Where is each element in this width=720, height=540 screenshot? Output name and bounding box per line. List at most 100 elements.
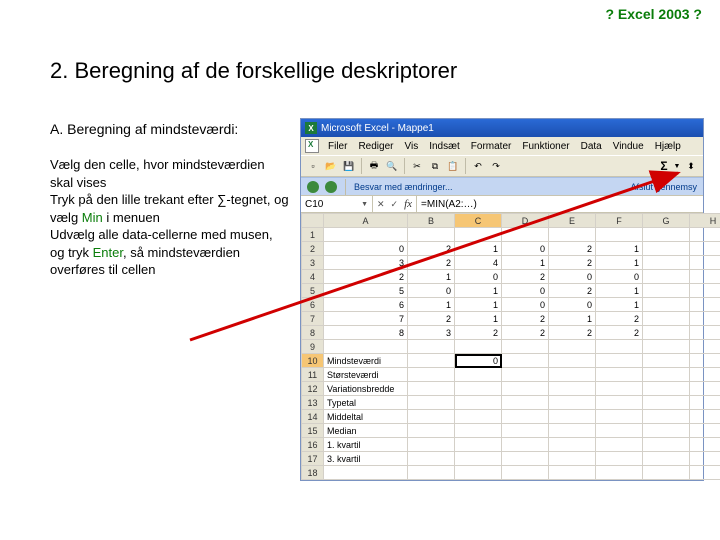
cell[interactable]: 1 — [455, 242, 502, 256]
cell[interactable] — [643, 298, 690, 312]
cell[interactable] — [643, 382, 690, 396]
menu-vis[interactable]: Vis — [399, 140, 423, 153]
cell[interactable]: 1 — [596, 256, 643, 270]
paste-icon[interactable]: 📋 — [445, 158, 461, 174]
cell[interactable]: 1 — [549, 312, 596, 326]
cell[interactable] — [596, 368, 643, 382]
row-header[interactable]: 13 — [302, 396, 324, 410]
cell[interactable]: 0 — [502, 284, 549, 298]
cell[interactable] — [408, 438, 455, 452]
cell[interactable] — [643, 424, 690, 438]
cell[interactable] — [408, 354, 455, 368]
cell[interactable] — [690, 466, 720, 480]
cell[interactable] — [690, 438, 720, 452]
cell[interactable] — [324, 228, 408, 242]
cell[interactable]: 3 — [324, 256, 408, 270]
cell[interactable] — [502, 396, 549, 410]
cell[interactable] — [455, 396, 502, 410]
cell[interactable] — [549, 368, 596, 382]
cell[interactable]: 1 — [502, 256, 549, 270]
row-header[interactable]: 14 — [302, 410, 324, 424]
cell[interactable] — [643, 340, 690, 354]
cell[interactable] — [690, 270, 720, 284]
cell[interactable]: 6 — [324, 298, 408, 312]
cell[interactable]: 0 — [408, 284, 455, 298]
column-header[interactable]: E — [549, 214, 596, 228]
cell[interactable]: 2 — [596, 312, 643, 326]
reply-changes-button[interactable]: Besvar med ændringer... — [354, 182, 453, 192]
row-header[interactable]: 3 — [302, 256, 324, 270]
cell[interactable] — [408, 340, 455, 354]
row-header[interactable]: 10 — [302, 354, 324, 368]
cell[interactable]: 1 — [408, 298, 455, 312]
cell[interactable]: 2 — [549, 242, 596, 256]
cell[interactable]: Variationsbredde — [324, 382, 408, 396]
cell[interactable]: 8 — [324, 326, 408, 340]
cell[interactable] — [502, 354, 549, 368]
print-icon[interactable]: 🖶 — [366, 158, 382, 174]
cell[interactable] — [455, 438, 502, 452]
menu-funktioner[interactable]: Funktioner — [517, 140, 574, 153]
fx-icon[interactable]: fx — [404, 198, 412, 210]
row-header[interactable]: 5 — [302, 284, 324, 298]
cell[interactable]: 0 — [502, 242, 549, 256]
autosum-button[interactable]: Σ — [657, 158, 671, 174]
row-header[interactable]: 9 — [302, 340, 324, 354]
cell[interactable]: 0 — [549, 270, 596, 284]
cell[interactable]: Størsteværdi — [324, 368, 408, 382]
cell[interactable] — [596, 466, 643, 480]
cell[interactable] — [690, 326, 720, 340]
cell[interactable] — [549, 466, 596, 480]
cell[interactable]: 1. kvartil — [324, 438, 408, 452]
cell[interactable] — [643, 354, 690, 368]
menu-rediger[interactable]: Rediger — [353, 140, 398, 153]
spreadsheet-grid[interactable]: ABCDEFGH12021021332412142102005501021661… — [301, 213, 703, 480]
cell[interactable] — [455, 466, 502, 480]
cell[interactable] — [502, 368, 549, 382]
column-header[interactable]: D — [502, 214, 549, 228]
menu-filer[interactable]: Filer — [323, 140, 352, 153]
cell[interactable] — [408, 452, 455, 466]
cell[interactable]: 7 — [324, 312, 408, 326]
cell[interactable]: 2 — [549, 284, 596, 298]
row-header[interactable]: 18 — [302, 466, 324, 480]
cell[interactable]: 2 — [549, 326, 596, 340]
cell[interactable] — [690, 354, 720, 368]
save-icon[interactable]: 💾 — [341, 158, 357, 174]
cell[interactable] — [596, 396, 643, 410]
cell[interactable] — [324, 466, 408, 480]
name-box-dropdown-icon[interactable]: ▼ — [361, 201, 368, 208]
preview-icon[interactable]: 🔍 — [384, 158, 400, 174]
cell[interactable] — [549, 382, 596, 396]
column-header[interactable]: B — [408, 214, 455, 228]
row-header[interactable]: 17 — [302, 452, 324, 466]
cell[interactable]: 0 — [455, 354, 502, 368]
cell[interactable] — [690, 396, 720, 410]
cell[interactable] — [549, 228, 596, 242]
cell[interactable]: 2 — [408, 242, 455, 256]
cell[interactable]: 1 — [455, 284, 502, 298]
cell[interactable] — [643, 256, 690, 270]
column-header[interactable]: H — [690, 214, 720, 228]
cell[interactable]: 0 — [324, 242, 408, 256]
cell[interactable] — [643, 396, 690, 410]
cell[interactable] — [690, 340, 720, 354]
column-header[interactable]: F — [596, 214, 643, 228]
row-header[interactable]: 7 — [302, 312, 324, 326]
cell[interactable]: 2 — [549, 256, 596, 270]
open-icon[interactable]: 📂 — [323, 158, 339, 174]
menu-data[interactable]: Data — [576, 140, 607, 153]
cell[interactable]: Middeltal — [324, 410, 408, 424]
cell[interactable]: 3. kvartil — [324, 452, 408, 466]
cell[interactable] — [549, 340, 596, 354]
cut-icon[interactable]: ✂ — [409, 158, 425, 174]
cell[interactable] — [690, 256, 720, 270]
cell[interactable]: 3 — [408, 326, 455, 340]
cell[interactable] — [408, 396, 455, 410]
cell[interactable]: 1 — [596, 242, 643, 256]
cell[interactable] — [643, 438, 690, 452]
cell[interactable] — [690, 424, 720, 438]
cell[interactable]: 1 — [455, 298, 502, 312]
row-header[interactable]: 11 — [302, 368, 324, 382]
cell[interactable] — [643, 466, 690, 480]
